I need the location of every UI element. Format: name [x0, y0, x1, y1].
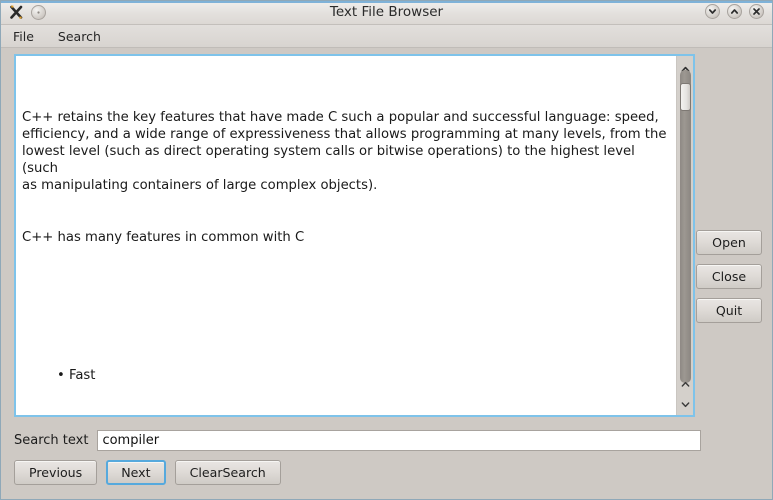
text-file-browser-window: Text File Browser File Search Object-ori…	[0, 0, 773, 500]
minimize-button[interactable]	[705, 4, 720, 19]
search-input[interactable]	[97, 430, 701, 451]
search-action-buttons: Previous Next ClearSearch	[14, 460, 281, 485]
search-label: Search text	[14, 433, 89, 448]
maximize-button[interactable]	[727, 4, 742, 19]
feature-bullet-list: • Fast • Efficient, even for higher-leve…	[22, 332, 670, 415]
title-bar: Text File Browser	[1, 1, 772, 25]
list-item: • Fast	[57, 367, 96, 383]
window-controls	[705, 4, 764, 19]
scroll-down-small-icon[interactable]	[681, 393, 690, 412]
next-button[interactable]: Next	[106, 460, 166, 485]
paragraph-2: C++ has many features in common with C	[22, 230, 305, 246]
title-bar-left-controls	[1, 5, 46, 20]
scroll-up-small-icon[interactable]	[681, 373, 690, 392]
menu-search[interactable]: Search	[54, 27, 105, 46]
close-button[interactable]	[749, 4, 764, 19]
window-menu-icon[interactable]	[31, 5, 46, 20]
previous-button[interactable]: Previous	[14, 460, 98, 485]
quit-button[interactable]: Quit	[696, 298, 762, 323]
search-row: Search text	[14, 430, 701, 451]
paragraph-1: C++ retains the key features that have m…	[22, 109, 667, 194]
open-button[interactable]: Open	[696, 230, 762, 255]
scrollbar-trough[interactable]	[680, 70, 691, 383]
scrollbar-thumb[interactable]	[680, 83, 691, 111]
clear-search-button[interactable]: ClearSearch	[174, 460, 281, 485]
vertical-scrollbar[interactable]	[676, 56, 693, 415]
main-body: Object-oriented Programming C++ retains …	[1, 48, 772, 499]
scroll-arrow-pair[interactable]	[681, 373, 690, 412]
menu-file[interactable]: File	[9, 27, 38, 46]
window-title: Text File Browser	[329, 4, 444, 20]
menu-bar: File Search	[1, 25, 772, 48]
x-app-icon[interactable]	[9, 5, 24, 20]
text-view-frame: Object-oriented Programming C++ retains …	[14, 54, 695, 417]
text-view[interactable]: Object-oriented Programming C++ retains …	[16, 56, 676, 415]
close-file-button[interactable]: Close	[696, 264, 762, 289]
side-button-column: Open Close Quit	[696, 230, 762, 323]
